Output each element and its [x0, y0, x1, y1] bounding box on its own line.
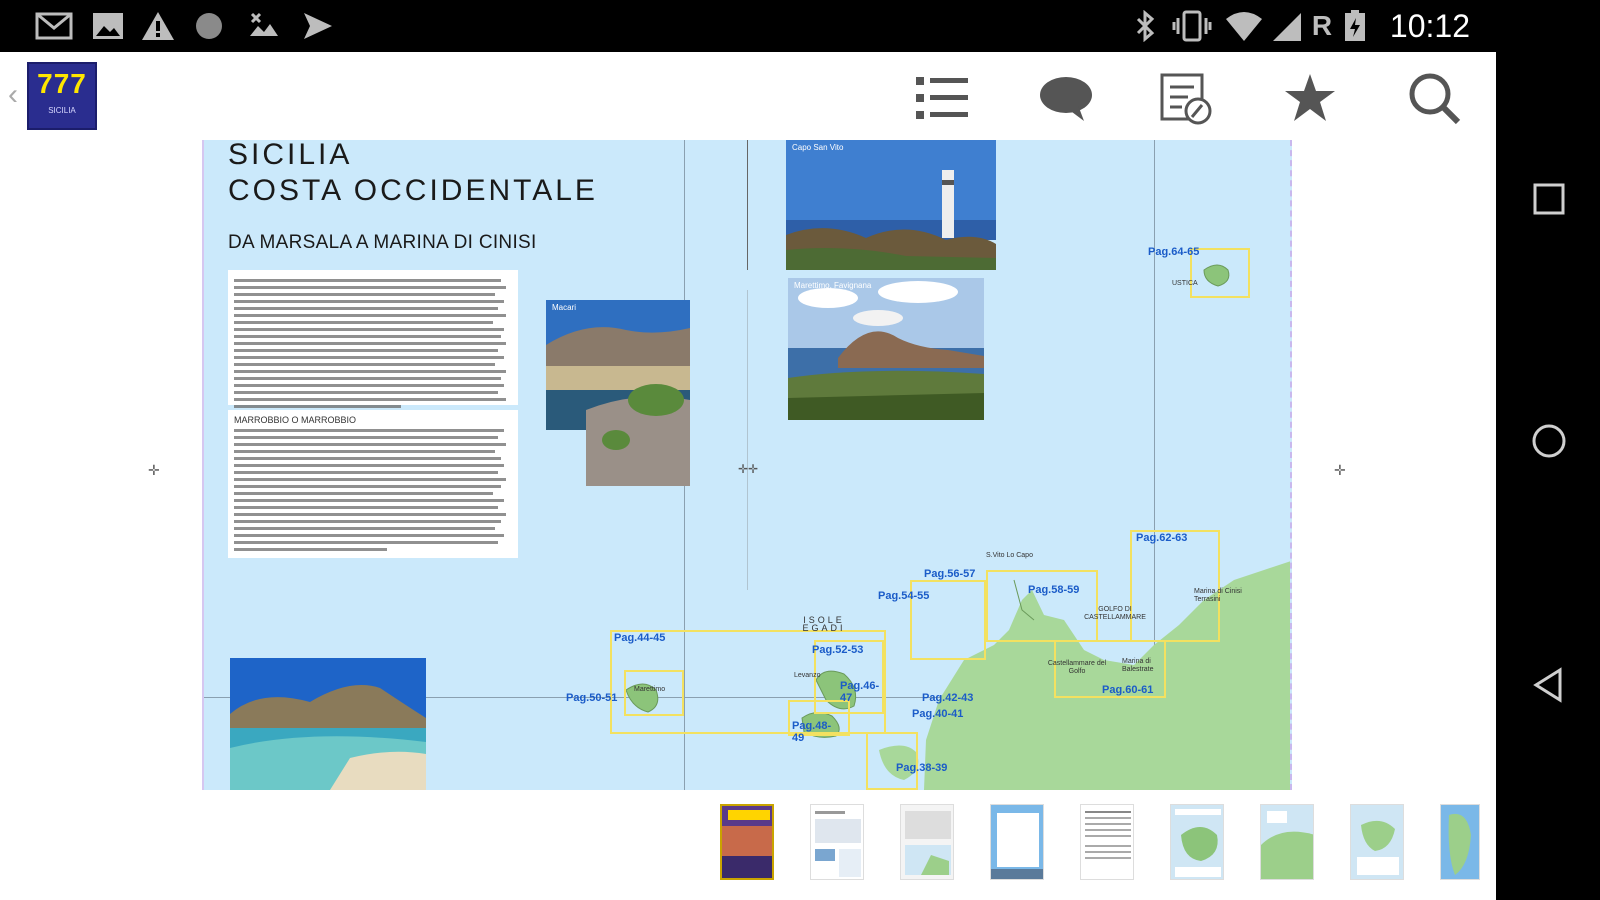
- photo-lighthouse[interactable]: Capo San Vito: [786, 140, 996, 270]
- bluetooth-icon: [1130, 10, 1160, 42]
- crop-mark: ✛: [148, 462, 160, 478]
- page-ref-link[interactable]: Pag.46-47: [840, 680, 880, 704]
- page-ref-link[interactable]: Pag.38-39: [896, 762, 947, 774]
- signal-icon: [1270, 10, 1304, 42]
- page-subtitle: DA MARSALA A MARINA DI CINISI: [228, 232, 537, 253]
- notes-icon[interactable]: [1156, 68, 1216, 128]
- recents-square-icon[interactable]: [1526, 176, 1572, 222]
- page-ref-link[interactable]: Pag.64-65: [1148, 246, 1199, 258]
- page-ref-link[interactable]: Pag.56-57: [924, 568, 975, 580]
- wifi-icon: [1224, 10, 1264, 42]
- status-bar: R 10:12: [0, 0, 1600, 52]
- page-title-line2: COSTA OCCIDENTALE: [228, 174, 598, 207]
- app-window: ‹ 777 SICILIA ✛ ✛ ✛✛ SICILIA COSTA OCCID…: [0, 52, 1496, 900]
- photo-label: Marettimo, Favignana: [794, 281, 872, 290]
- battery-icon: [1342, 10, 1368, 42]
- page-ref-link[interactable]: Pag.62-63: [1136, 532, 1187, 544]
- page-ref-link[interactable]: Pag.50-51: [566, 692, 617, 704]
- app-logo[interactable]: 777 SICILIA: [27, 62, 97, 130]
- page-ref-link[interactable]: Pag.52-53: [812, 644, 863, 656]
- android-nav-bar: [1496, 52, 1600, 900]
- thumbnail-page[interactable]: [1440, 804, 1480, 880]
- map-place-label: USTICA: [1172, 280, 1198, 287]
- logo-number: 777: [37, 68, 87, 99]
- thumbnail-page[interactable]: [1080, 804, 1134, 880]
- bookmark-star-icon[interactable]: [1280, 68, 1340, 128]
- page-ref-link[interactable]: Pag.58-59: [1028, 584, 1079, 596]
- search-icon[interactable]: [1404, 68, 1464, 128]
- page-ref-link[interactable]: Pag.44-45: [614, 632, 665, 644]
- page-ref-link[interactable]: Pag.40-41: [912, 708, 963, 720]
- box-heading: MARROBBIO O MARROBBIO: [234, 415, 357, 425]
- page-ref-box: [866, 732, 918, 790]
- page-ref-link[interactable]: Pag.60-61: [1102, 684, 1153, 696]
- intro-text-box: [228, 270, 518, 408]
- magazine-page-spread[interactable]: ✛✛ SICILIA COSTA OCCIDENTALE DA MARSALA …: [202, 140, 1292, 790]
- comments-icon[interactable]: [1036, 68, 1096, 128]
- thumbnail-page[interactable]: [810, 804, 864, 880]
- thumbnail-page[interactable]: [1350, 804, 1404, 880]
- toolbar: ‹ 777 SICILIA: [0, 52, 1496, 140]
- send-icon: [300, 10, 336, 42]
- page-ref-box: [1130, 530, 1220, 642]
- map-place-label: S.Vito Lo Capo: [986, 552, 1033, 559]
- map-place-label: Marina di Balestrate: [1122, 658, 1154, 673]
- back-chevron-icon[interactable]: ‹: [8, 78, 18, 112]
- photo-beach[interactable]: [230, 658, 426, 790]
- map-place-label: Marettimo: [634, 686, 666, 693]
- thumbnail-strip[interactable]: [0, 790, 1496, 900]
- thumbnail-cover[interactable]: [720, 804, 774, 880]
- thumbnail-page[interactable]: [900, 804, 954, 880]
- map-place-label: Levanzo: [794, 672, 821, 679]
- vibrate-icon: [1172, 10, 1212, 42]
- thumbnail-page[interactable]: [1260, 804, 1314, 880]
- page-ref-link[interactable]: Pag.48-49: [792, 720, 832, 744]
- logo-caption: SICILIA: [48, 106, 76, 115]
- page-title-line1: SICILIA: [228, 140, 353, 171]
- image-edit-icon: [244, 10, 284, 42]
- gmail-icon: [34, 10, 74, 42]
- map-place-label: Castellammare del Golfo: [1047, 660, 1107, 675]
- photo-label: Macari: [552, 303, 577, 312]
- photo-island[interactable]: Marettimo, Favignana: [788, 278, 984, 420]
- photo-label: Capo San Vito: [792, 143, 844, 152]
- toc-list-icon[interactable]: [912, 68, 972, 128]
- clock: 10:12: [1389, 8, 1470, 44]
- map-place-label: Marina di Cinisi Terrasini: [1194, 588, 1242, 603]
- home-circle-icon[interactable]: [1526, 418, 1572, 464]
- map-place-label: GOLFO DI CASTELLAMMARE: [1084, 606, 1146, 621]
- gallery-icon: [90, 10, 126, 42]
- marrobbio-text-box: MARROBBIO O MARROBBIO: [228, 410, 518, 558]
- page-ref-link[interactable]: Pag.54-55: [878, 590, 929, 602]
- roaming-icon: R: [1311, 10, 1333, 41]
- photo-bay[interactable]: Macari: [546, 300, 690, 486]
- crop-mark: ✛: [1334, 462, 1346, 478]
- map-place-label: ISOLE EGADI: [802, 615, 846, 633]
- back-triangle-icon[interactable]: [1526, 662, 1572, 708]
- page-ref-link[interactable]: Pag.42-43: [922, 692, 973, 704]
- thumbnail-page[interactable]: [990, 804, 1044, 880]
- thumbnail-page[interactable]: [1170, 804, 1224, 880]
- record-icon: [192, 10, 226, 42]
- warning-icon: [140, 10, 176, 42]
